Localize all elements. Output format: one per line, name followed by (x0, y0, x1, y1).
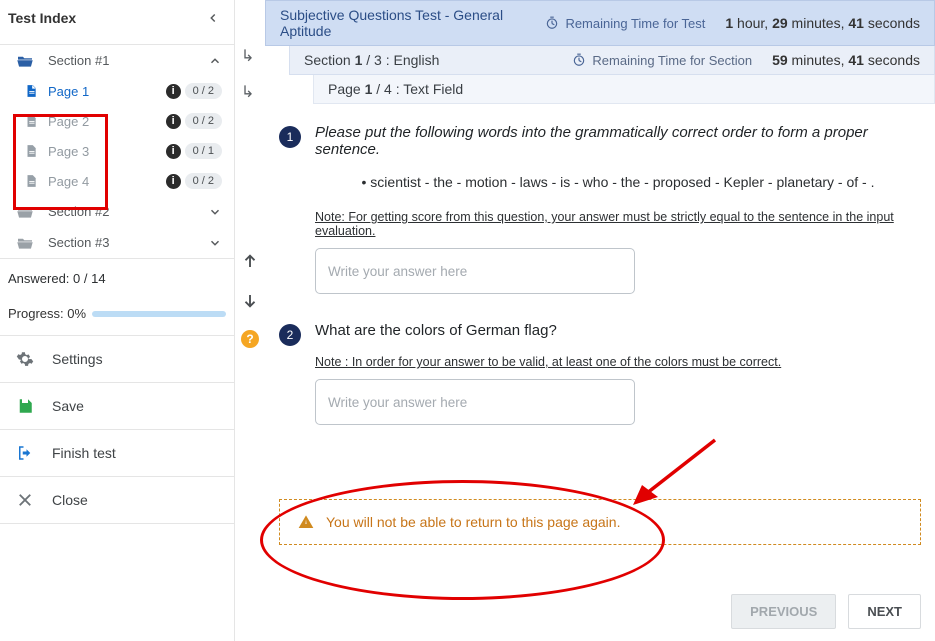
remaining-section-value: 59 minutes, 41 seconds (772, 52, 920, 68)
remaining-test-value: 1 hour, 29 minutes, 41 seconds (725, 15, 920, 31)
settings-label: Settings (52, 351, 103, 367)
main: Subjective Questions Test - General Apti… (265, 0, 935, 641)
page-label: Page 1 (48, 84, 166, 99)
nav-down-button[interactable] (239, 290, 261, 312)
chevron-down-icon (208, 236, 222, 250)
finish-row[interactable]: Finish test (0, 429, 234, 476)
clock-icon (572, 53, 586, 67)
close-label: Close (52, 492, 88, 508)
section-crumb: Section 1 / 3 : English (304, 52, 572, 68)
exit-icon (16, 444, 34, 462)
question-words: • scientist - the - motion - laws - is -… (315, 174, 921, 190)
page-label: Page 3 (48, 144, 166, 159)
sidebar: Test Index Section #1 Page 1 i 0 / 2 Pag… (0, 0, 235, 641)
next-button[interactable]: NEXT (848, 594, 921, 629)
page-count: 0 / 2 (185, 113, 222, 129)
page-row-4[interactable]: Page 4 i 0 / 2 (0, 166, 234, 196)
nav-column: ↳ ↳ ? (235, 0, 265, 641)
question-prompt: What are the colors of German flag? (315, 322, 921, 339)
sidebar-title: Test Index (8, 10, 76, 26)
question-2: 2 What are the colors of German flag? No… (279, 322, 921, 425)
question-note: Note: For getting score from this questi… (315, 210, 921, 238)
info-icon: i (166, 114, 181, 129)
chevron-up-icon (208, 54, 222, 68)
button-row: PREVIOUS NEXT (265, 594, 935, 641)
warning-text: You will not be able to return to this p… (326, 514, 620, 530)
page-label: Page 4 (48, 174, 166, 189)
section-3-row[interactable]: Section #3 (0, 227, 234, 258)
info-icon: i (166, 144, 181, 159)
progress-label: Progress: 0% (8, 306, 86, 321)
breadcrumb-arrow-icon: ↳ (241, 46, 254, 66)
save-icon (16, 397, 34, 415)
section-2-row[interactable]: Section #2 (0, 196, 234, 227)
question-number: 1 (279, 126, 301, 148)
answer-input-2[interactable] (315, 379, 635, 425)
clock-icon (545, 16, 559, 30)
info-icon: i (166, 174, 181, 189)
chevron-left-icon[interactable] (206, 11, 220, 25)
progress-bar (92, 311, 226, 317)
nav-up-button[interactable] (239, 250, 261, 272)
close-row[interactable]: Close (0, 476, 234, 524)
page-count: 0 / 2 (185, 173, 222, 189)
section-label: Section #1 (48, 53, 208, 68)
section-label: Section #2 (48, 204, 208, 219)
remaining-section-label: Remaining Time for Section (572, 53, 752, 68)
close-icon (16, 491, 34, 509)
previous-button: PREVIOUS (731, 594, 836, 629)
page-icon (24, 113, 38, 129)
info-icon: i (166, 84, 181, 99)
page-icon (24, 83, 38, 99)
answer-input-1[interactable] (315, 248, 635, 294)
section-1-row[interactable]: Section #1 (0, 45, 234, 76)
page-count: 0 / 2 (185, 83, 222, 99)
chevron-down-icon (208, 205, 222, 219)
page-icon (24, 173, 38, 189)
folder-open-icon (16, 54, 34, 68)
page-count: 0 / 1 (185, 143, 222, 159)
question-note: Note : In order for your answer to be va… (315, 355, 921, 369)
page-row-1[interactable]: Page 1 i 0 / 2 (0, 76, 234, 106)
finish-label: Finish test (52, 445, 116, 461)
question-1: 1 Please put the following words into th… (279, 124, 921, 294)
remaining-test-label: Remaining Time for Test (545, 16, 705, 31)
page-header: Page 1 / 4 : Text Field (313, 75, 935, 104)
page-label: Page 2 (48, 114, 166, 129)
test-title: Subjective Questions Test - General Apti… (280, 7, 545, 39)
warning-box: You will not be able to return to this p… (279, 499, 921, 545)
save-label: Save (52, 398, 84, 414)
test-header: Subjective Questions Test - General Apti… (265, 0, 935, 46)
warning-icon (298, 514, 314, 530)
settings-row[interactable]: Settings (0, 335, 234, 382)
question-prompt: Please put the following words into the … (315, 124, 921, 158)
page-icon (24, 143, 38, 159)
help-button[interactable]: ? (241, 330, 259, 348)
folder-icon (16, 205, 34, 219)
answered-count: Answered: 0 / 14 (0, 259, 234, 298)
page-row-2[interactable]: Page 2 i 0 / 2 (0, 106, 234, 136)
page-crumb: Page 1 / 4 : Text Field (328, 81, 463, 97)
gear-icon (16, 350, 34, 368)
question-number: 2 (279, 324, 301, 346)
breadcrumb-arrow-icon: ↳ (241, 82, 254, 102)
page-row-3[interactable]: Page 3 i 0 / 1 (0, 136, 234, 166)
section-header: Section 1 / 3 : English Remaining Time f… (289, 46, 935, 75)
folder-icon (16, 236, 34, 250)
section-label: Section #3 (48, 235, 208, 250)
save-row[interactable]: Save (0, 382, 234, 429)
